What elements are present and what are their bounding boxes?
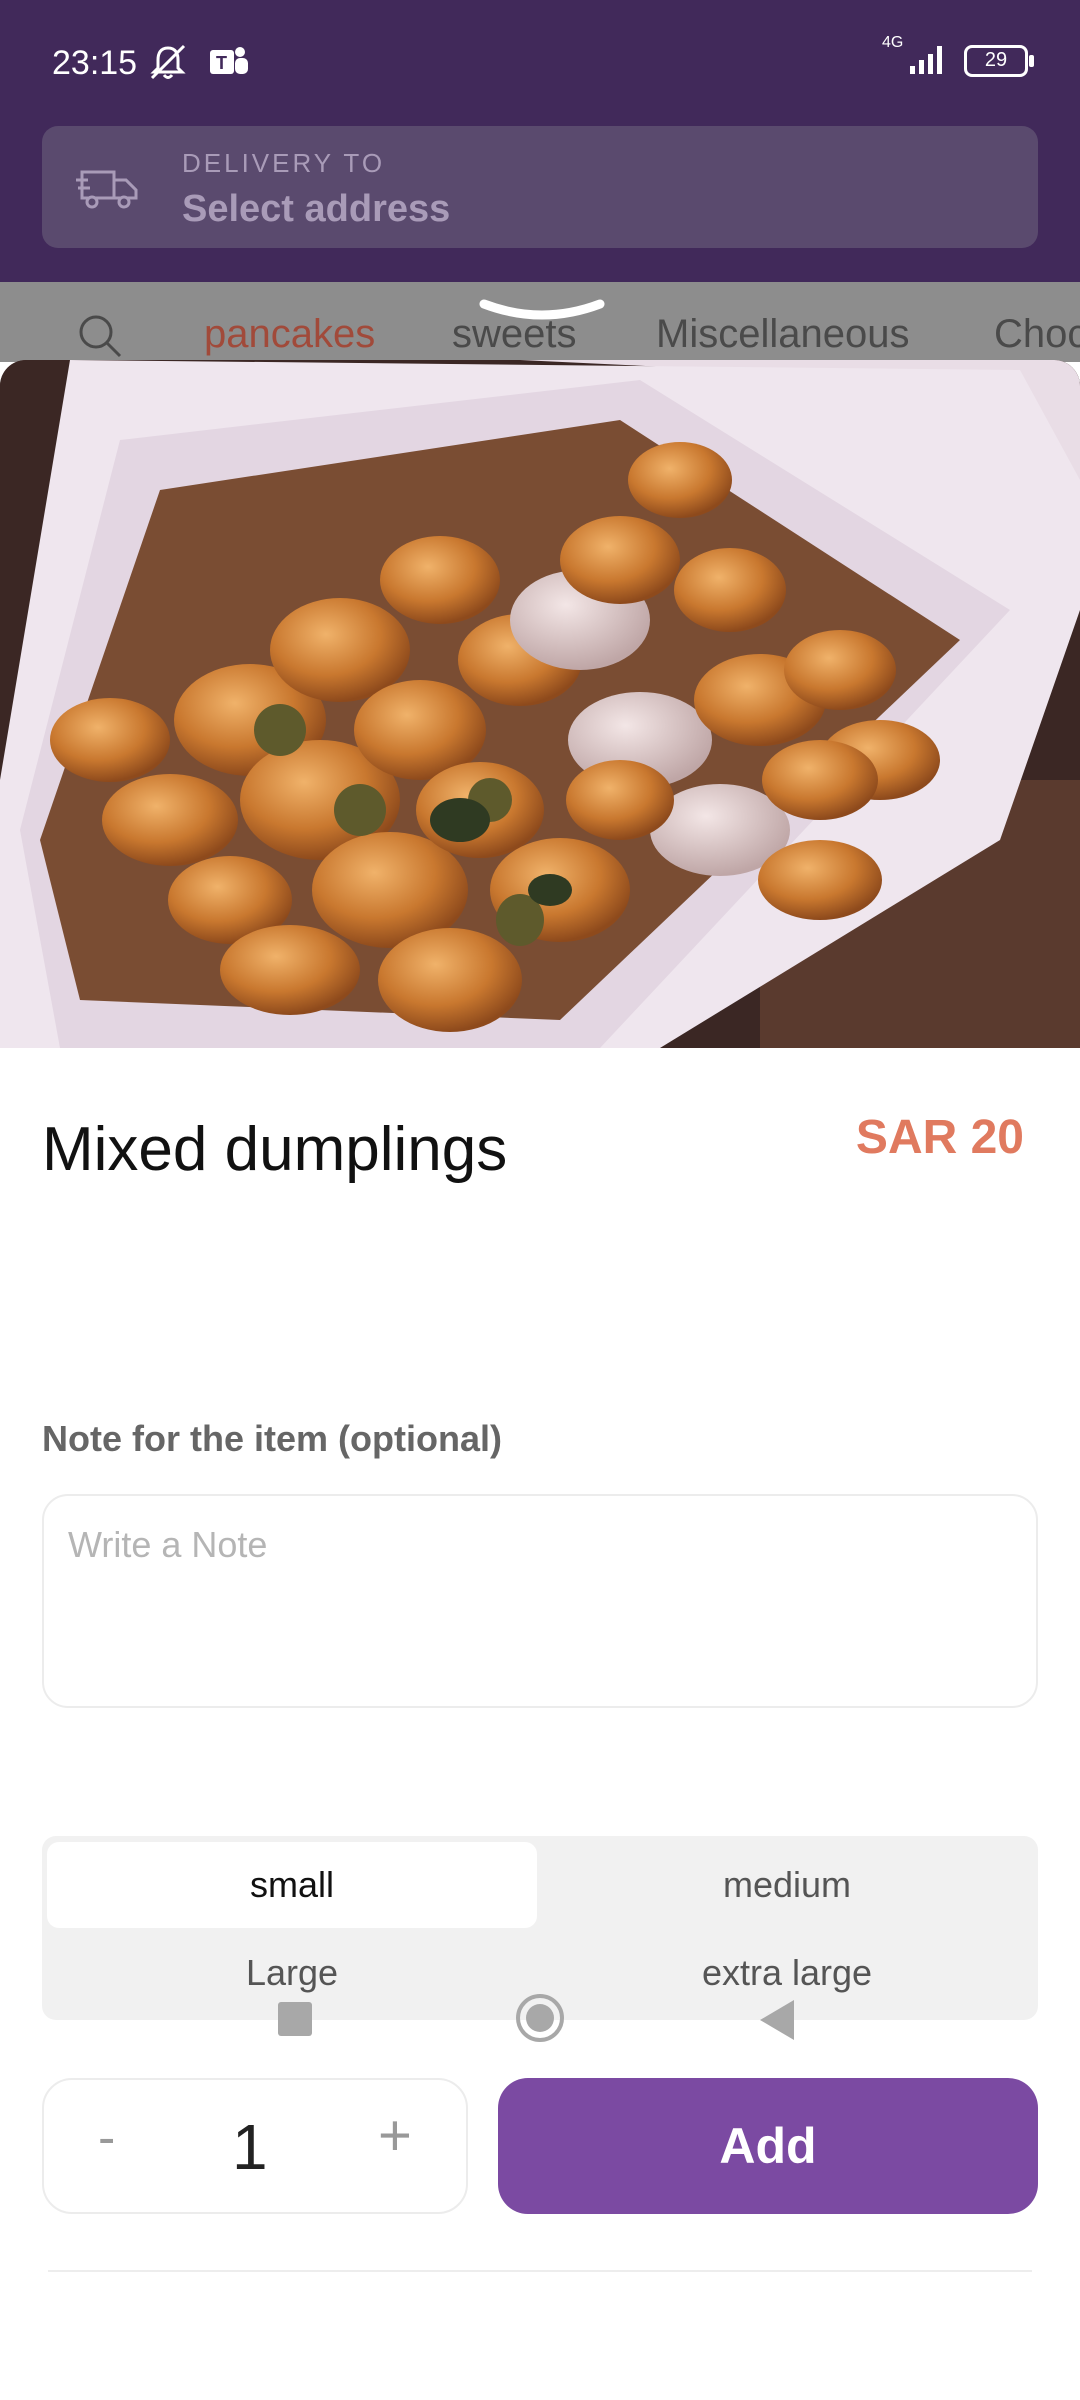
delivery-truck-icon [76, 162, 142, 217]
search-icon[interactable] [76, 312, 124, 362]
tab-choc[interactable]: Choc [994, 312, 1080, 357]
note-label: Note for the item (optional) [42, 1418, 502, 1459]
back-button[interactable] [760, 2000, 794, 2040]
add-to-cart-button[interactable]: Add [498, 2078, 1038, 2214]
tab-miscellaneous[interactable]: Miscellaneous [656, 312, 909, 357]
item-detail-sheet: Mixed dumplings SAR 20 Note for the item… [0, 360, 1080, 2400]
svg-text:T: T [216, 53, 227, 73]
home-button[interactable] [516, 1994, 564, 2042]
item-image [0, 360, 1080, 1048]
status-icons-left: T [146, 42, 250, 82]
recents-button[interactable] [278, 2002, 312, 2036]
signal-icon: 4G [882, 34, 950, 81]
app-header: 23:15 T 4G 29 DELIVERY TO Select address [0, 0, 1080, 282]
item-title: Mixed dumplings [42, 1115, 508, 1184]
increase-quantity-button[interactable]: + [378, 2102, 412, 2169]
status-right: 4G 29 [882, 34, 1034, 81]
size-option-small[interactable]: small [47, 1842, 537, 1928]
decrease-quantity-button[interactable]: - [98, 2108, 115, 2168]
size-selector: small medium Large extra large [42, 1836, 1038, 2020]
item-price: SAR 20 [855, 1111, 1024, 1164]
tab-pancakes[interactable]: pancakes [204, 312, 375, 357]
status-time: 23:15 [52, 44, 138, 82]
note-input[interactable] [42, 1494, 1038, 1708]
network-label: 4G [882, 34, 904, 51]
battery-icon: 29 [964, 44, 1034, 77]
quantity-value: 1 [232, 2111, 268, 2183]
delivery-caption: DELIVERY TO [182, 148, 386, 178]
delivery-address: Select address [182, 188, 451, 230]
mute-icon [146, 42, 190, 82]
divider [48, 2270, 1032, 2272]
sheet-grab-handle[interactable] [478, 296, 606, 324]
teams-icon: T [208, 42, 250, 82]
quantity-stepper: - 1 + [42, 2078, 468, 2214]
dumplings-box-illustration [0, 360, 1080, 1048]
battery-level: 29 [984, 49, 1008, 71]
size-option-medium[interactable]: medium [542, 1842, 1032, 1928]
delivery-address-selector[interactable]: DELIVERY TO Select address [42, 126, 1038, 248]
